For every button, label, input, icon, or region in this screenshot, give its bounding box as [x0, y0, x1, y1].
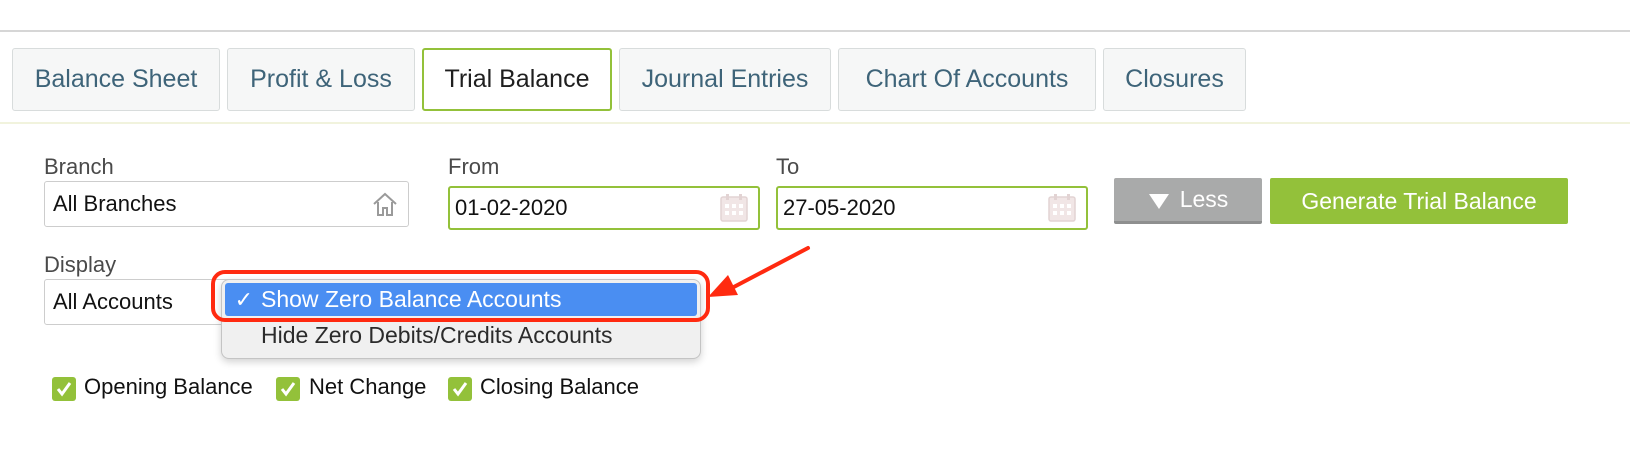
display-value: All Accounts — [53, 289, 173, 314]
less-button-label: Less — [1179, 186, 1229, 212]
branch-select[interactable]: All Branches — [44, 181, 409, 227]
generate-trial-balance-button[interactable]: Generate Trial Balance — [1270, 178, 1568, 224]
tab-trial-balance[interactable]: Trial Balance — [422, 48, 612, 111]
opening-balance-checkbox[interactable] — [52, 377, 76, 401]
triangle-down-icon — [1148, 189, 1170, 211]
closing-balance-label[interactable]: Closing Balance — [480, 374, 639, 400]
tab-journal-entries[interactable]: Journal Entries — [619, 48, 831, 111]
section-divider — [0, 122, 1630, 124]
to-label: To — [776, 154, 800, 179]
trial-balance-page: Balance Sheet Profit & Loss Trial Balanc… — [0, 0, 1630, 456]
home-icon — [370, 189, 400, 219]
annotation-arrow-icon — [708, 246, 810, 297]
menu-option-hide-zero-debits-credits[interactable]: Hide Zero Debits/Credits Accounts — [225, 319, 697, 352]
branch-label: Branch — [44, 154, 114, 179]
calendar-icon[interactable] — [1046, 192, 1078, 224]
to-date-field[interactable]: 27-05-2020 — [776, 186, 1088, 230]
top-divider — [0, 30, 1630, 32]
branch-value: All Branches — [53, 191, 177, 216]
net-change-label[interactable]: Net Change — [309, 374, 426, 400]
net-change-checkbox[interactable] — [276, 377, 300, 401]
tab-chart-of-accounts[interactable]: Chart Of Accounts — [838, 48, 1096, 111]
from-date-value: 01-02-2020 — [455, 195, 568, 220]
closing-balance-checkbox[interactable] — [448, 377, 472, 401]
opening-balance-label[interactable]: Opening Balance — [84, 374, 253, 400]
less-button[interactable]: Less — [1114, 178, 1262, 224]
tab-profit-loss[interactable]: Profit & Loss — [227, 48, 415, 111]
from-date-field[interactable]: 01-02-2020 — [448, 186, 760, 230]
display-label: Display — [44, 252, 117, 277]
annotation-highlight-box — [211, 270, 710, 322]
from-label: From — [448, 154, 500, 179]
tab-balance-sheet[interactable]: Balance Sheet — [12, 48, 220, 111]
tab-closures[interactable]: Closures — [1103, 48, 1246, 111]
calendar-icon[interactable] — [718, 192, 750, 224]
menu-option-label: Hide Zero Debits/Credits Accounts — [261, 322, 613, 348]
to-date-value: 27-05-2020 — [783, 195, 896, 220]
